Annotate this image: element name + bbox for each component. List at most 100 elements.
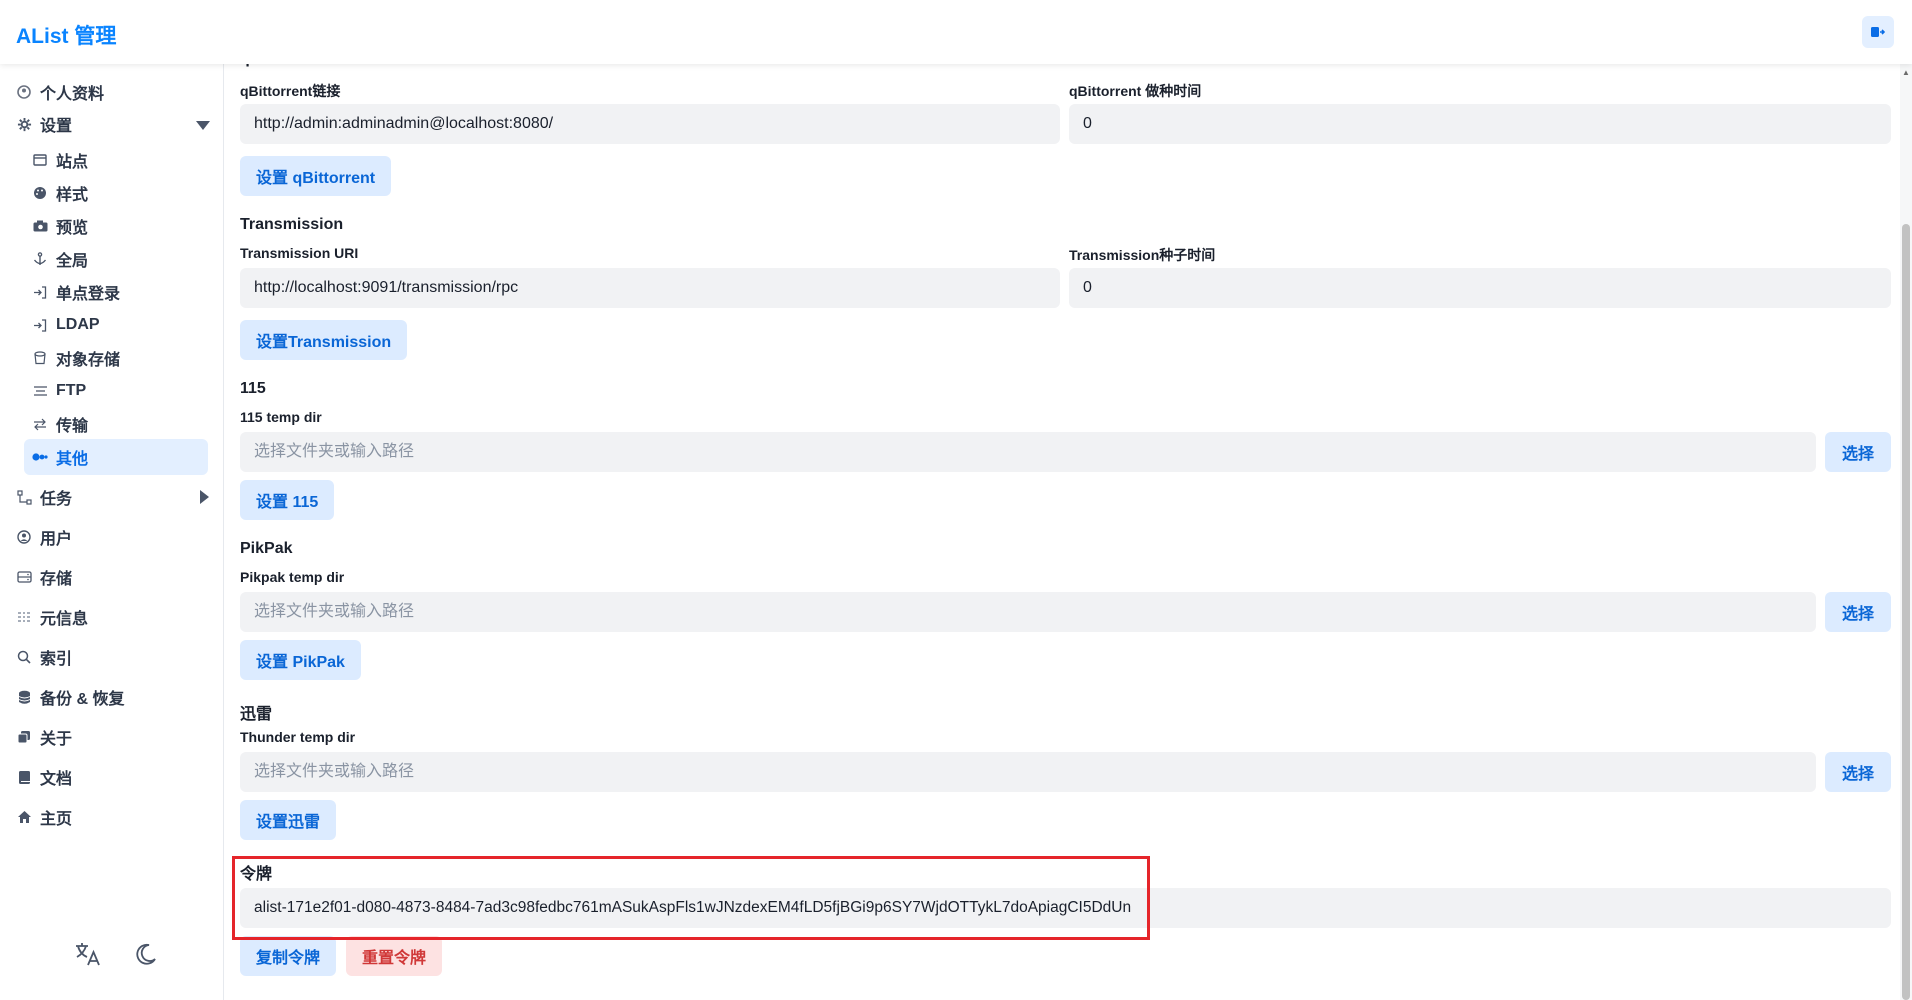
sidebar-item-label: 设置: [40, 118, 73, 135]
sidebar-item-profile[interactable]: 个人资料: [14, 74, 210, 110]
dots-icon: [30, 452, 50, 462]
sidebar-item-label: 主页: [40, 811, 73, 828]
sidebar-item-label: 元信息: [40, 611, 89, 628]
thunder-choose-button[interactable]: 选择: [1825, 752, 1891, 792]
sidebar-item-label: 其他: [56, 451, 89, 468]
sidebar-item-about[interactable]: 关于: [14, 719, 210, 755]
sidebar-item-preview[interactable]: 预览: [24, 208, 208, 244]
anchor-icon: [30, 252, 50, 266]
user-circle-icon: [14, 530, 34, 544]
transmission-uri-label: Transmission URI: [240, 245, 359, 261]
sidebar-item-label: 用户: [40, 531, 73, 548]
sidebar-item-label: 文档: [40, 771, 73, 788]
set-115-button[interactable]: 设置 115: [240, 480, 335, 520]
set-pikpak-button[interactable]: 设置 PikPak: [240, 640, 361, 680]
database-icon: [14, 690, 34, 705]
115-choose-button[interactable]: 选择: [1825, 432, 1891, 472]
grid-icon: [14, 611, 34, 623]
transmission-uri-input[interactable]: http://localhost:9091/transmission/rpc: [240, 268, 1060, 308]
settings-other-panel: qBittorrent qBittorrent链接 http://admin:a…: [224, 64, 1912, 1000]
logout-button[interactable]: [1862, 16, 1894, 48]
sidebar-item-ldap[interactable]: LDAP: [24, 307, 208, 343]
sidebar-item-transfer[interactable]: 传输: [24, 406, 208, 442]
sidebar-item-label: 对象存储: [56, 352, 121, 369]
115-temp-dir-input[interactable]: 选择文件夹或输入路径: [240, 432, 1816, 472]
sidebar-item-label: LDAP: [56, 316, 100, 333]
sidebar-item-backup[interactable]: 备份 & 恢复: [14, 679, 210, 715]
sidebar-item-global[interactable]: 全局: [24, 241, 208, 277]
pikpak-choose-button[interactable]: 选择: [1825, 592, 1891, 632]
sidebar-item-docs[interactable]: 文档: [14, 759, 210, 795]
reset-token-button[interactable]: 重置令牌: [346, 936, 443, 976]
scroll-up-arrow-icon[interactable]: ▲: [1902, 68, 1910, 77]
sidebar-item-meta[interactable]: 元信息: [14, 599, 210, 635]
set-transmission-button[interactable]: 设置Transmission: [240, 320, 408, 360]
server-icon: [30, 385, 50, 397]
sidebar-item-label: 备份 & 恢复: [40, 691, 125, 708]
sidebar-item-settings[interactable]: 设置: [14, 106, 210, 142]
sidebar-item-label: 样式: [56, 187, 89, 204]
set-qbittorrent-button[interactable]: 设置 qBittorrent: [240, 156, 392, 196]
top-header: AList 管理: [0, 0, 1912, 64]
token-highlight-box: [232, 856, 1150, 940]
bucket-icon: [30, 351, 50, 365]
sidebar-item-label: 全局: [56, 253, 89, 270]
home-icon: [14, 810, 34, 824]
qbittorrent-seed-input[interactable]: 0: [1069, 104, 1891, 144]
sidebar-item-home[interactable]: 主页: [14, 799, 210, 835]
sidebar-item-index[interactable]: 索引: [14, 639, 210, 675]
sidebar-item-label: 单点登录: [56, 286, 121, 303]
sidebar: 个人资料 设置 站点 样式 预览 全局 单点登录 LDAP 对象存储 FTP 传…: [0, 64, 224, 1000]
sidebar-item-tasks[interactable]: 任务: [14, 479, 210, 515]
sidebar-item-object-storage[interactable]: 对象存储: [24, 340, 208, 376]
qbittorrent-url-input[interactable]: http://admin:adminadmin@localhost:8080/: [240, 104, 1060, 144]
transmission-seed-input[interactable]: 0: [1069, 268, 1891, 308]
moon-icon[interactable]: [130, 938, 162, 970]
sidebar-item-label: 个人资料: [40, 86, 105, 103]
sidebar-item-other[interactable]: 其他: [24, 439, 208, 475]
login-icon: [30, 318, 50, 332]
pikpak-temp-dir-input[interactable]: 选择文件夹或输入路径: [240, 592, 1816, 632]
camera-icon: [30, 220, 50, 232]
chevron-down-icon[interactable]: [196, 118, 210, 136]
thunder-temp-dir-input[interactable]: 选择文件夹或输入路径: [240, 752, 1816, 792]
book-icon: [14, 770, 34, 785]
sidebar-item-site[interactable]: 站点: [24, 142, 208, 178]
sidebar-item-label: FTP: [56, 382, 87, 399]
sidebar-item-style[interactable]: 样式: [24, 175, 208, 211]
palette-icon: [30, 186, 50, 200]
sidebar-item-label: 任务: [40, 491, 73, 508]
arrows-transfer-icon: [30, 418, 50, 431]
transmission-seed-label: Transmission种子时间: [1069, 247, 1216, 263]
copy-icon: [14, 730, 34, 744]
section-title-qbittorrent: qBittorrent: [240, 64, 323, 68]
copy-token-button[interactable]: 复制令牌: [240, 936, 337, 976]
sidebar-item-label: 传输: [56, 418, 89, 435]
login-icon: [30, 285, 50, 299]
translate-icon[interactable]: [72, 938, 104, 970]
window-icon: [30, 154, 50, 166]
sidebar-item-label: 存储: [40, 571, 73, 588]
qbittorrent-url-label: qBittorrent链接: [240, 83, 341, 99]
sidebar-footer: [72, 938, 162, 970]
flow-icon: [14, 489, 34, 505]
set-thunder-button[interactable]: 设置迅雷: [240, 800, 337, 840]
sidebar-item-label: 站点: [56, 154, 89, 171]
search-icon: [14, 650, 34, 664]
sidebar-item-storage[interactable]: 存储: [14, 559, 210, 595]
sidebar-item-label: 关于: [40, 731, 73, 748]
section-title-transmission: Transmission: [240, 216, 344, 233]
thunder-temp-dir-label: Thunder temp dir: [240, 729, 356, 745]
scrollbar-thumb[interactable]: [1902, 224, 1910, 1000]
sidebar-item-sso[interactable]: 单点登录: [24, 274, 208, 310]
sidebar-item-users[interactable]: 用户: [14, 519, 210, 555]
sidebar-item-label: 预览: [56, 220, 89, 237]
app-title[interactable]: AList 管理: [16, 20, 116, 50]
sidebar-item-ftp[interactable]: FTP: [24, 373, 208, 409]
logout-icon: [1871, 27, 1885, 37]
section-title-thunder: 迅雷: [240, 706, 273, 723]
chevron-right-icon[interactable]: [200, 490, 210, 509]
gear-icon: [14, 117, 34, 132]
sidebar-item-label: 索引: [40, 651, 73, 668]
pikpak-temp-dir-label: Pikpak temp dir: [240, 569, 345, 585]
